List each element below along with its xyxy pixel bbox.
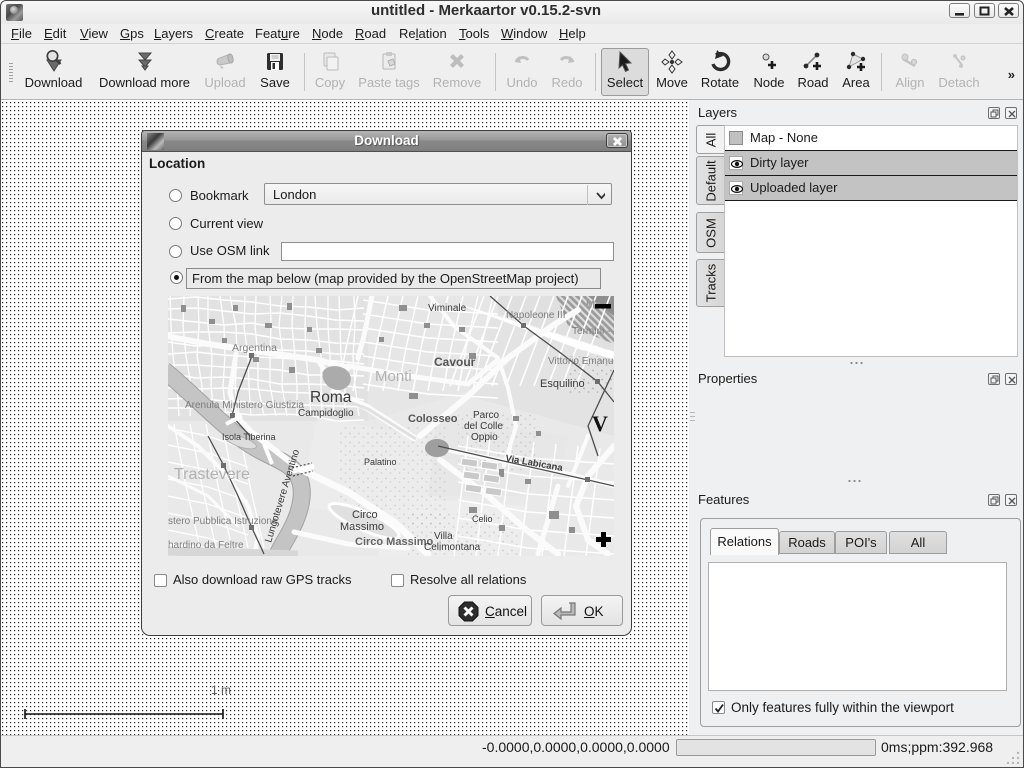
- svg-text:Monti: Monti: [375, 368, 412, 385]
- svg-text:Parco: Parco: [473, 410, 500, 421]
- svg-text:Argentina: Argentina: [232, 342, 277, 354]
- svg-text:stero Pubblica Istruzione: stero Pubblica Istruzione: [168, 516, 278, 527]
- svg-text:Trastevere: Trastevere: [174, 466, 250, 483]
- svg-text:Vittorio Emanuele: Vittorio Emanuele: [548, 356, 614, 367]
- svg-text:Viminale: Viminale: [428, 303, 467, 314]
- svg-text:Oppio: Oppio: [471, 432, 498, 443]
- svg-text:Colosseo: Colosseo: [408, 413, 458, 425]
- svg-text:Celimontana: Celimontana: [424, 542, 481, 553]
- svg-text:hardino da Feltre: hardino da Feltre: [168, 540, 244, 551]
- svg-text:V: V: [592, 411, 608, 436]
- svg-text:Massimo: Massimo: [340, 521, 384, 533]
- svg-text:Roma: Roma: [310, 389, 352, 406]
- svg-text:Circo: Circo: [352, 509, 378, 521]
- svg-text:Campidoglio: Campidoglio: [298, 408, 354, 419]
- svg-text:Celio: Celio: [472, 514, 493, 524]
- svg-text:Arenula Ministero Giustizia: Arenula Ministero Giustizia: [185, 400, 304, 411]
- svg-text:del Colle: del Colle: [464, 421, 503, 432]
- svg-text:Cavour: Cavour: [434, 355, 476, 369]
- svg-text:Palatino: Palatino: [364, 457, 397, 467]
- svg-text:Termini - La: Termini - La: [572, 326, 614, 337]
- svg-text:Circo Massimo: Circo Massimo: [355, 536, 434, 548]
- svg-text:Esquilino: Esquilino: [540, 378, 585, 390]
- svg-text:Isola Tiberina: Isola Tiberina: [222, 432, 276, 442]
- svg-text:Villa: Villa: [434, 531, 453, 542]
- svg-text:Napoleone III: Napoleone III: [506, 310, 566, 321]
